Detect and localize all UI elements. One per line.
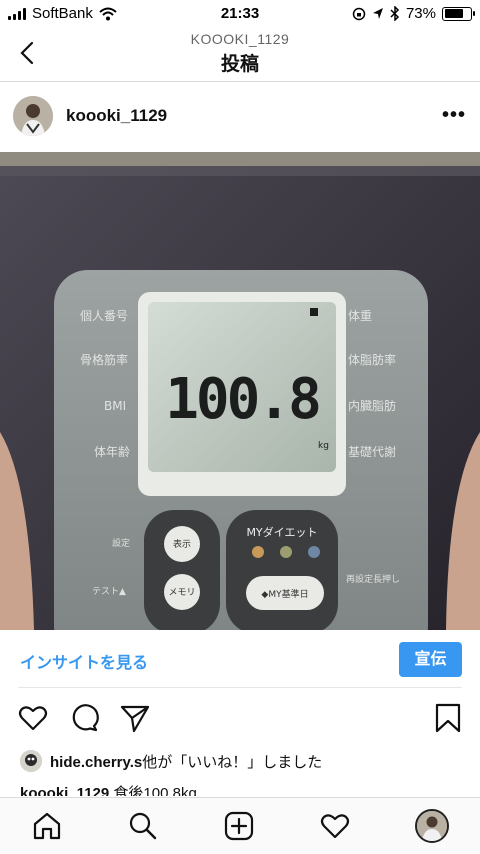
bookmark-icon[interactable] <box>432 702 464 734</box>
comment-icon[interactable] <box>68 702 100 734</box>
scale-left-label-3: BMI <box>104 399 126 413</box>
scale-button-settings: 設定 <box>112 537 130 549</box>
scale-diet-title: MYダイエット <box>246 525 317 539</box>
battery-icon <box>442 6 475 21</box>
post-username[interactable]: koooki_1129 <box>66 106 167 126</box>
likes-summary[interactable]: hide.cherry.s他が「いいね！」しました <box>20 750 322 772</box>
more-options-icon[interactable]: ••• <box>442 104 466 127</box>
likes-suffix: 他が「いいね！」しました <box>142 753 323 771</box>
share-icon[interactable] <box>119 702 151 734</box>
post-header: koooki_1129 ••• <box>0 82 480 152</box>
activity-heart-icon[interactable] <box>319 810 351 842</box>
scale-left-label-1: 個人番号 <box>80 309 128 323</box>
nav-header: KOOOKI_1129 投稿 <box>0 28 480 82</box>
heart-icon[interactable] <box>17 702 49 734</box>
post-actions <box>0 696 480 740</box>
scale-my-button: ◆MY基準日 <box>261 588 308 600</box>
view-insights-link[interactable]: インサイトを見る <box>20 649 148 673</box>
scale-button-test: テスト▲ <box>92 586 126 597</box>
scale-reading: 100.8 <box>165 367 319 432</box>
caption-username[interactable]: koooki_1129 <box>20 785 109 796</box>
caption-text: 食後100.8kg <box>113 785 197 796</box>
battery-percent: 73% <box>405 5 436 22</box>
search-icon[interactable] <box>127 810 159 842</box>
scale-side-note: 再設定長押し <box>346 573 400 585</box>
bottom-tab-bar <box>0 797 480 854</box>
header-account: KOOOKI_1129 <box>190 31 290 47</box>
scale-right-label-1: 体重 <box>348 309 372 323</box>
scale-left-label-2: 骨格筋率 <box>80 352 128 367</box>
divider <box>18 687 462 688</box>
profile-avatar[interactable] <box>415 809 449 843</box>
rotation-lock-icon <box>352 7 366 20</box>
insights-row: インサイトを見る 宣伝 <box>0 630 480 688</box>
post-photo[interactable]: 100.8 kg 個人番号 骨格筋率 BMI 体年齢 体重 体脂肪率 内臓脂肪 … <box>0 152 480 630</box>
scale-button-display: 表示 <box>173 538 191 550</box>
new-post-icon[interactable] <box>223 810 255 842</box>
page-title: 投稿 <box>220 54 259 75</box>
status-bar: SoftBank 21:33 73% <box>0 0 480 28</box>
scale-right-label-2: 体脂肪率 <box>348 352 396 367</box>
scale-right-label-4: 基礎代謝 <box>348 444 396 459</box>
scale-unit: kg <box>318 441 329 451</box>
home-icon[interactable] <box>31 810 63 842</box>
avatar[interactable] <box>13 96 53 136</box>
liker-avatar <box>20 750 42 772</box>
scale-photo-image: 100.8 kg 個人番号 骨格筋率 BMI 体年齢 体重 体脂肪率 内臓脂肪 … <box>0 152 480 630</box>
location-icon <box>372 8 383 19</box>
post-caption: koooki_1129 食後100.8kg <box>20 782 197 796</box>
bluetooth-icon <box>390 6 400 21</box>
liker-username[interactable]: hide.cherry.s <box>50 754 142 771</box>
scale-right-label-3: 内臓脂肪 <box>348 398 396 413</box>
scale-button-memory: メモリ <box>168 588 195 598</box>
promote-button[interactable]: 宣伝 <box>399 642 462 677</box>
scale-left-label-4: 体年齢 <box>94 444 130 459</box>
